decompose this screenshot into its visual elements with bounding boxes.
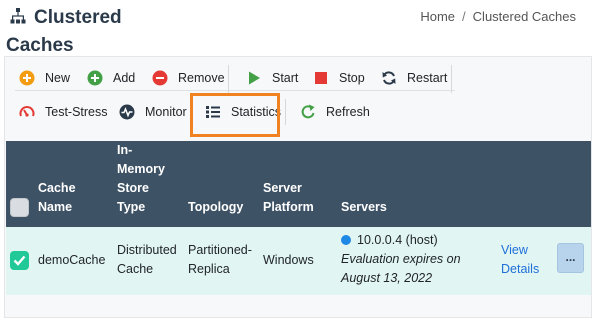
remove-label: Remove — [178, 71, 225, 85]
minus-circle-icon — [152, 70, 168, 86]
sitemap-icon — [10, 8, 26, 24]
topology-cell: Partitioned- Replica — [188, 243, 252, 276]
new-button[interactable]: New — [19, 63, 70, 93]
plus-circle-orange-icon — [19, 70, 35, 86]
test-stress-button[interactable]: Test-Stress — [19, 97, 108, 127]
monitor-label: Monitor — [145, 105, 187, 119]
refresh-label: Refresh — [326, 105, 370, 119]
toolbar-divider — [285, 99, 286, 125]
check-icon — [13, 255, 26, 266]
pulse-icon — [119, 104, 135, 120]
select-all-checkbox[interactable] — [10, 198, 29, 217]
breadcrumb: Home / Clustered Caches — [420, 9, 576, 24]
new-label: New — [45, 71, 71, 85]
refresh-button[interactable]: Refresh — [300, 97, 370, 127]
restart-label: Restart — [407, 71, 448, 85]
more-actions-button[interactable]: ... — [557, 243, 584, 273]
server-entry: 10.0.0.4 (host) — [341, 231, 461, 250]
breadcrumb-home[interactable]: Home — [420, 9, 455, 24]
table-row[interactable]: demoCache Distributed Cache Partitioned-… — [6, 227, 591, 295]
page-title: Clustered Caches — [6, 4, 176, 60]
refresh-icon — [301, 104, 315, 119]
breadcrumb-separator: / — [462, 9, 466, 24]
start-button[interactable]: Start — [246, 63, 298, 93]
stop-button[interactable]: Stop — [313, 63, 365, 93]
add-label: Add — [113, 71, 136, 85]
stop-label: Stop — [339, 71, 365, 85]
restart-icon — [382, 71, 396, 85]
add-button[interactable]: Add — [87, 63, 135, 93]
monitor-button[interactable]: Monitor — [119, 97, 187, 127]
column-topology[interactable]: Topology — [188, 198, 243, 217]
table-header: Cache Name In- Memory Store Type Topolog… — [6, 141, 591, 227]
column-cache-name[interactable]: Cache Name — [38, 179, 76, 217]
gauge-icon — [19, 106, 35, 117]
statistics-highlight-box — [190, 93, 280, 137]
column-store-type[interactable]: In- Memory Store Type — [117, 141, 165, 217]
platform-cell: Windows — [263, 253, 314, 267]
store-type-cell: Distributed Cache — [117, 243, 177, 276]
breadcrumb-current: Clustered Caches — [472, 9, 576, 24]
column-server-platform[interactable]: Server Platform — [263, 179, 314, 217]
toolbar-divider — [228, 65, 229, 93]
server-status-icon — [341, 235, 351, 245]
toolbar-divider — [451, 65, 452, 93]
view-details-link[interactable]: View Details — [501, 241, 539, 279]
servers-cell: 10.0.0.4 (host) Evaluation expires on Au… — [341, 231, 461, 285]
plus-circle-green-icon — [87, 70, 103, 86]
row-checkbox[interactable] — [10, 251, 29, 270]
start-label: Start — [272, 71, 299, 85]
stop-icon — [315, 72, 327, 84]
play-icon — [249, 71, 260, 85]
caches-panel: New Add Remove Start Stop Restart Test-S… — [4, 56, 592, 318]
test-stress-label: Test-Stress — [45, 105, 108, 119]
cache-name-cell: demoCache — [38, 253, 106, 267]
remove-button[interactable]: Remove — [152, 63, 225, 93]
restart-button[interactable]: Restart — [381, 63, 447, 93]
column-servers[interactable]: Servers — [341, 198, 387, 217]
